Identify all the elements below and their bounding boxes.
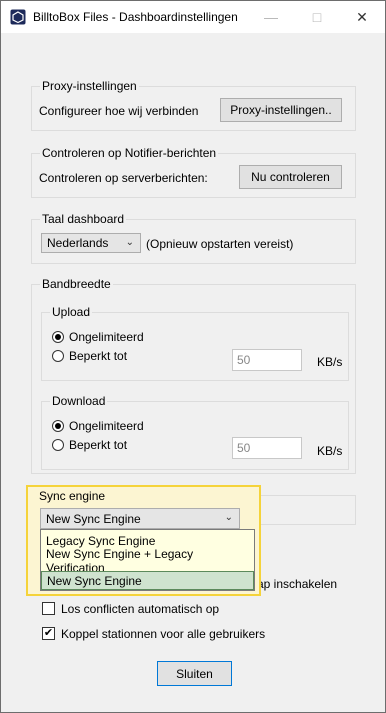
auto-conflicts-label: Los conflicten automatisch op xyxy=(61,602,220,616)
close-icon: ✕ xyxy=(356,8,368,25)
upload-unlimited-label: Ongelimiteerd xyxy=(69,330,144,344)
hidden-option-label-fragment: ap inschakelen xyxy=(257,577,338,591)
map-drives-checkbox[interactable]: ✔ xyxy=(42,627,55,640)
download-group-title: Download xyxy=(50,394,108,408)
bandwidth-group-title: Bandbreedte xyxy=(40,277,113,291)
sync-engine-select[interactable]: New Sync Engine ⌄ xyxy=(40,508,240,529)
app-logo-icon xyxy=(10,9,26,25)
download-limited-label: Beperkt tot xyxy=(69,438,128,452)
maximize-button[interactable]: □ xyxy=(294,1,340,33)
download-limited-radio[interactable] xyxy=(52,439,64,451)
window-title: BilltoBox Files - Dashboardinstellingen xyxy=(33,10,238,24)
upload-limited-label: Beperkt tot xyxy=(69,349,128,363)
language-select[interactable]: Nederlands ⌄ xyxy=(41,233,141,253)
download-unlimited-radio[interactable] xyxy=(52,420,64,432)
download-group: Download xyxy=(41,394,349,470)
language-select-value: Nederlands xyxy=(47,236,109,250)
maximize-icon: □ xyxy=(312,9,322,25)
sync-option-new-legacy-verification[interactable]: New Sync Engine + Legacy Verification xyxy=(41,547,254,575)
chevron-down-icon: ⌄ xyxy=(224,512,233,523)
sync-option-label: Legacy Sync Engine xyxy=(46,533,156,548)
auto-conflicts-checkbox[interactable] xyxy=(42,602,55,615)
map-drives-label: Koppel stationnen voor alle gebruikers xyxy=(61,627,266,641)
upload-limit-input[interactable]: 50 xyxy=(232,349,302,371)
upload-limited-radio[interactable] xyxy=(52,350,64,362)
download-unit: KB/s xyxy=(317,444,343,458)
settings-window: BilltoBox Files - Dashboardinstellingen … xyxy=(0,0,386,713)
close-button[interactable]: Sluiten xyxy=(157,661,232,686)
close-window-button[interactable]: ✕ xyxy=(339,1,385,33)
upload-group-title: Upload xyxy=(50,305,93,319)
upload-group: Upload xyxy=(41,305,349,381)
proxy-label: Configureer hoe wij verbinden xyxy=(39,104,199,118)
sync-engine-title: Sync engine xyxy=(39,489,106,503)
upload-unit: KB/s xyxy=(317,355,343,369)
minimize-icon: — xyxy=(264,9,278,25)
chevron-down-icon: ⌄ xyxy=(125,237,134,248)
checkmark-icon: ✔ xyxy=(43,627,54,639)
sync-option-new[interactable]: New Sync Engine xyxy=(41,571,254,590)
sync-option-label: New Sync Engine xyxy=(47,573,142,588)
notifier-group-title: Controleren op Notifier-berichten xyxy=(40,146,219,160)
title-bar: BilltoBox Files - Dashboardinstellingen … xyxy=(1,1,385,33)
upload-unlimited-radio[interactable] xyxy=(52,331,64,343)
sync-engine-dropdown: Legacy Sync Engine New Sync Engine + Leg… xyxy=(40,529,255,591)
minimize-button[interactable]: — xyxy=(248,1,294,33)
check-now-button[interactable]: Nu controleren xyxy=(239,165,342,189)
download-unlimited-label: Ongelimiteerd xyxy=(69,419,144,433)
notifier-label: Controleren op serverberichten: xyxy=(39,171,208,185)
proxy-group-title: Proxy-instellingen xyxy=(40,79,139,93)
language-group-title: Taal dashboard xyxy=(40,212,127,226)
language-note: (Opnieuw opstarten vereist) xyxy=(146,237,294,251)
proxy-settings-button[interactable]: Proxy-instellingen.. xyxy=(220,98,342,122)
sync-engine-select-value: New Sync Engine xyxy=(46,511,141,526)
download-limit-input[interactable]: 50 xyxy=(232,437,302,459)
